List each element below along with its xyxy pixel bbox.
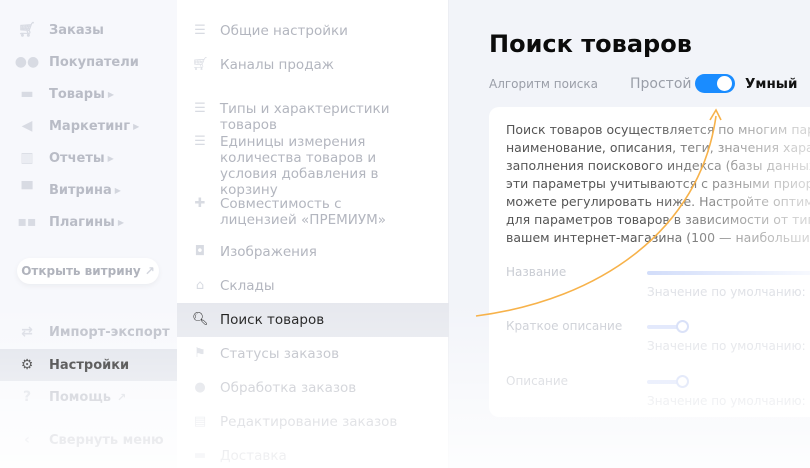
arrow-curve	[475, 115, 717, 317]
annotation-arrow	[475, 108, 722, 317]
